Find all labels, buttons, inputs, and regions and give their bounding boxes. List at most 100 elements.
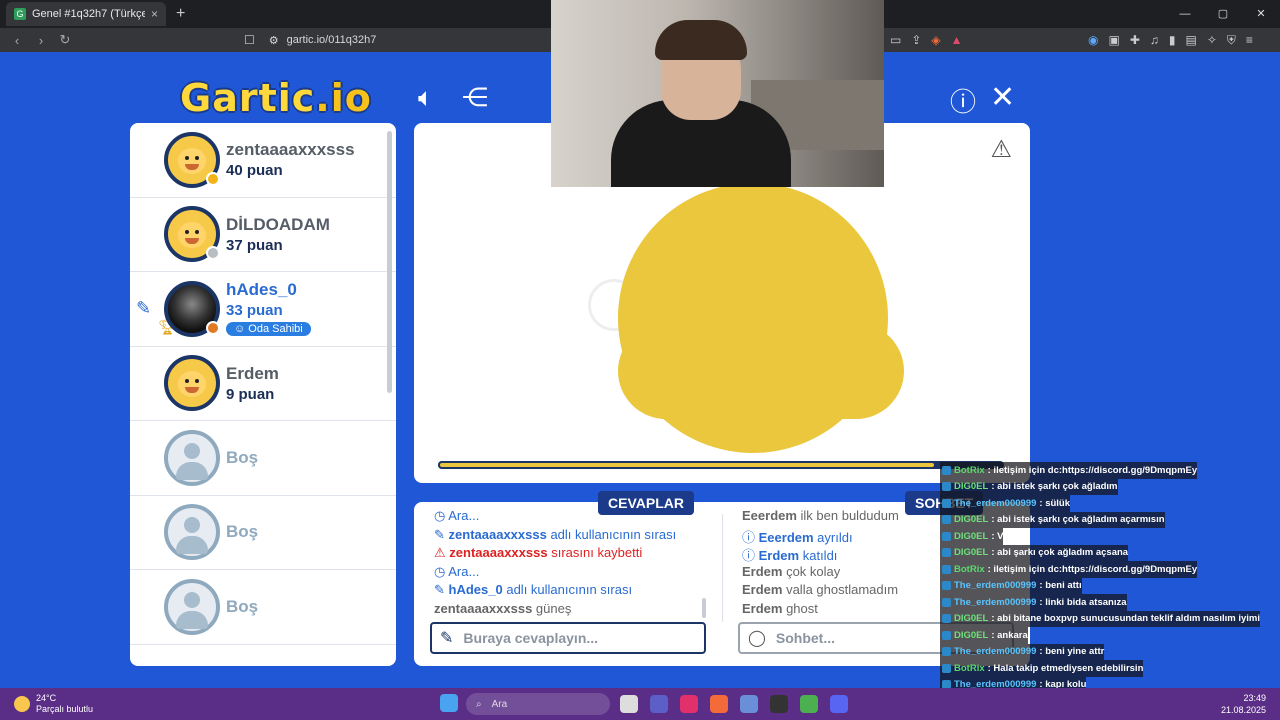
chat-message: : sülük [1039, 497, 1071, 509]
system-clock[interactable]: 23:49 21.08.2025 [1221, 692, 1266, 716]
clock-date: 21.08.2025 [1220, 705, 1266, 715]
leo-ai-icon[interactable]: ✧ [1207, 33, 1217, 47]
platform-icon [942, 597, 951, 607]
platform-icon [942, 663, 951, 673]
wallet-icon[interactable]: ▤ [1186, 33, 1197, 47]
brave-icon[interactable] [710, 695, 728, 713]
platform-icon [942, 614, 951, 624]
close-icon[interactable]: ✕ [990, 80, 1015, 115]
extensions-icon[interactable]: ✚ [1130, 33, 1140, 47]
taskbar-icons [440, 694, 458, 712]
minecraft-icon[interactable] [800, 695, 818, 713]
screenshot-icon[interactable]: ▣ [1108, 33, 1119, 47]
stream-chat-line: BotRix: iletişim için dc:https://discord… [940, 462, 1198, 479]
answer-placeholder: Buraya cevaplayın... [463, 630, 599, 646]
taskbar-apps [620, 695, 848, 713]
reload-icon[interactable]: ↻ [58, 32, 72, 48]
answer-input[interactable]: ✎ Buraya cevaplayın... [430, 622, 706, 654]
stream-chat-line: DIG0EL: abi istek şarkı çok ağladım [940, 478, 1118, 495]
minimize-button[interactable]: — [1166, 0, 1204, 28]
instagram-icon[interactable] [680, 695, 698, 713]
player-row[interactable]: ✎ 🏆︎ hAdes_0 33 puan ☺ Oda Sahibi [130, 272, 396, 347]
chat-username: DIG0EL [954, 514, 989, 526]
back-arrow-icon[interactable]: ‹ [10, 33, 24, 48]
player-row[interactable]: Erdem 9 puan [130, 347, 396, 421]
empty-slot-label: Boş [226, 447, 259, 467]
search-label: Ara [491, 698, 508, 710]
browser-tab[interactable]: G Genel #1q32h7 (Türkçe) - Gartic... × [6, 2, 166, 26]
brave-rewards-icon[interactable]: ▲ [951, 33, 963, 47]
address-bar[interactable]: ⚙ gartic.io/011q32h7 [269, 34, 377, 47]
stream-chat-line: DIG0EL: abi istek şarkı çok ağladım açar… [940, 511, 1165, 528]
clock-time: 23:49 [1243, 693, 1266, 703]
chat-message: : abi bitane boxpvp sunucusundan teklif … [991, 613, 1260, 625]
obs-icon[interactable] [770, 695, 788, 713]
windows-start-icon[interactable] [440, 694, 458, 712]
player-row[interactable]: zentaaaaxxxsss 40 puan [130, 123, 396, 198]
translate-icon[interactable]: ◉ [1088, 33, 1098, 47]
players-panel: zentaaaaxxxsss 40 puan DİLDOADAM 37 puan… [130, 123, 396, 666]
maximize-button[interactable]: ▢ [1204, 0, 1242, 28]
app-icon[interactable] [740, 695, 758, 713]
stream-chat-line: BotRix: Hala takip etmediysen edebilirsi… [940, 660, 1144, 677]
answers-scrollbar[interactable] [702, 598, 706, 618]
music-icon[interactable]: ♫ [1150, 33, 1159, 47]
taskbar-search[interactable]: ⌕ Ara [466, 693, 610, 715]
forward-arrow-icon[interactable]: › [34, 33, 48, 48]
cast-icon[interactable]: ▭ [890, 33, 901, 47]
sidebar-icon[interactable]: ▮ [1169, 33, 1176, 47]
close-window-button[interactable]: ✕ [1242, 0, 1280, 28]
webcam-overlay [551, 0, 884, 187]
drawing-shape [618, 323, 904, 419]
stream-chat-line: DIG0EL: V [940, 528, 1004, 545]
pencil-icon: ✎ [440, 630, 454, 647]
close-tab-icon[interactable]: × [151, 7, 158, 21]
tab-answers[interactable]: CEVAPLAR [598, 491, 694, 515]
brave-shield-icon[interactable]: ◈ [931, 33, 940, 47]
logo-suffix: .io [315, 76, 372, 120]
player-score: 40 puan [226, 162, 283, 180]
share-icon[interactable]: ⋲ [462, 82, 488, 113]
chat-message: : abi istek şarkı çok ağladım [991, 481, 1118, 493]
weather-widget[interactable]: 24°C Parçalı bulutlu [14, 693, 93, 715]
player-score: 9 puan [226, 385, 275, 403]
round-timer-fill [438, 461, 937, 469]
chat-message: : V [991, 530, 1004, 542]
discord-icon[interactable] [830, 695, 848, 713]
file-explorer-icon[interactable] [620, 695, 638, 713]
avatar [164, 206, 220, 263]
players-scrollbar[interactable] [387, 131, 392, 393]
stream-chat-line: The_erdem000999: beni yine attr [940, 643, 1105, 660]
stream-chat-line: BotRix: iletişim için dc:https://discord… [940, 561, 1198, 578]
gartic-favicon-icon: G [14, 8, 26, 20]
url-text: gartic.io/011q32h7 [286, 34, 377, 46]
teams-icon[interactable] [650, 695, 668, 713]
report-warning-icon[interactable]: ⚠ [990, 135, 1012, 164]
menu-icon[interactable]: ≡ [1246, 33, 1253, 47]
answer-line: ⚠ zentaaaaxxxsss sırasını kaybetti [434, 545, 643, 560]
round-timer-bar [438, 461, 1004, 469]
share-icon[interactable]: ⇪ [911, 33, 921, 47]
site-info-icon[interactable]: ⚙ [269, 34, 279, 47]
search-icon: ⌕ [476, 698, 482, 710]
new-tab-button[interactable]: + [176, 5, 185, 23]
weather-text: Parçalı bulutlu [36, 704, 94, 714]
info-icon[interactable]: ⓘ [950, 82, 976, 119]
stream-chat-line: The_erdem000999: beni attı [940, 577, 1082, 594]
vpn-icon[interactable]: ⛨ [1227, 33, 1236, 48]
bookmark-icon[interactable]: ☐ [244, 33, 255, 47]
speaker-icon[interactable]: 🔈︎ [418, 82, 434, 114]
platform-icon [942, 531, 951, 541]
stream-chat-line: DIG0EL: ankara [940, 627, 1028, 644]
empty-avatar-icon [164, 504, 220, 561]
platform-icon [942, 465, 951, 475]
player-row[interactable]: DİLDOADAM 37 puan [130, 198, 396, 272]
platform-icon [942, 498, 951, 508]
player-name: hAdes_0 [226, 280, 297, 300]
temperature: 24°C [36, 693, 57, 703]
chat-message: : iletişim için dc:https://discord.gg/9D… [987, 464, 1198, 476]
answers-list: ◷ Ara... ✎ zentaaaaxxxsss adlı kullanıcı… [434, 508, 714, 619]
avatar [164, 131, 220, 188]
stream-chat-overlay: BotRix: iletişim için dc:https://discord… [940, 462, 1280, 720]
answer-line: ◷ Ara... [434, 563, 480, 579]
